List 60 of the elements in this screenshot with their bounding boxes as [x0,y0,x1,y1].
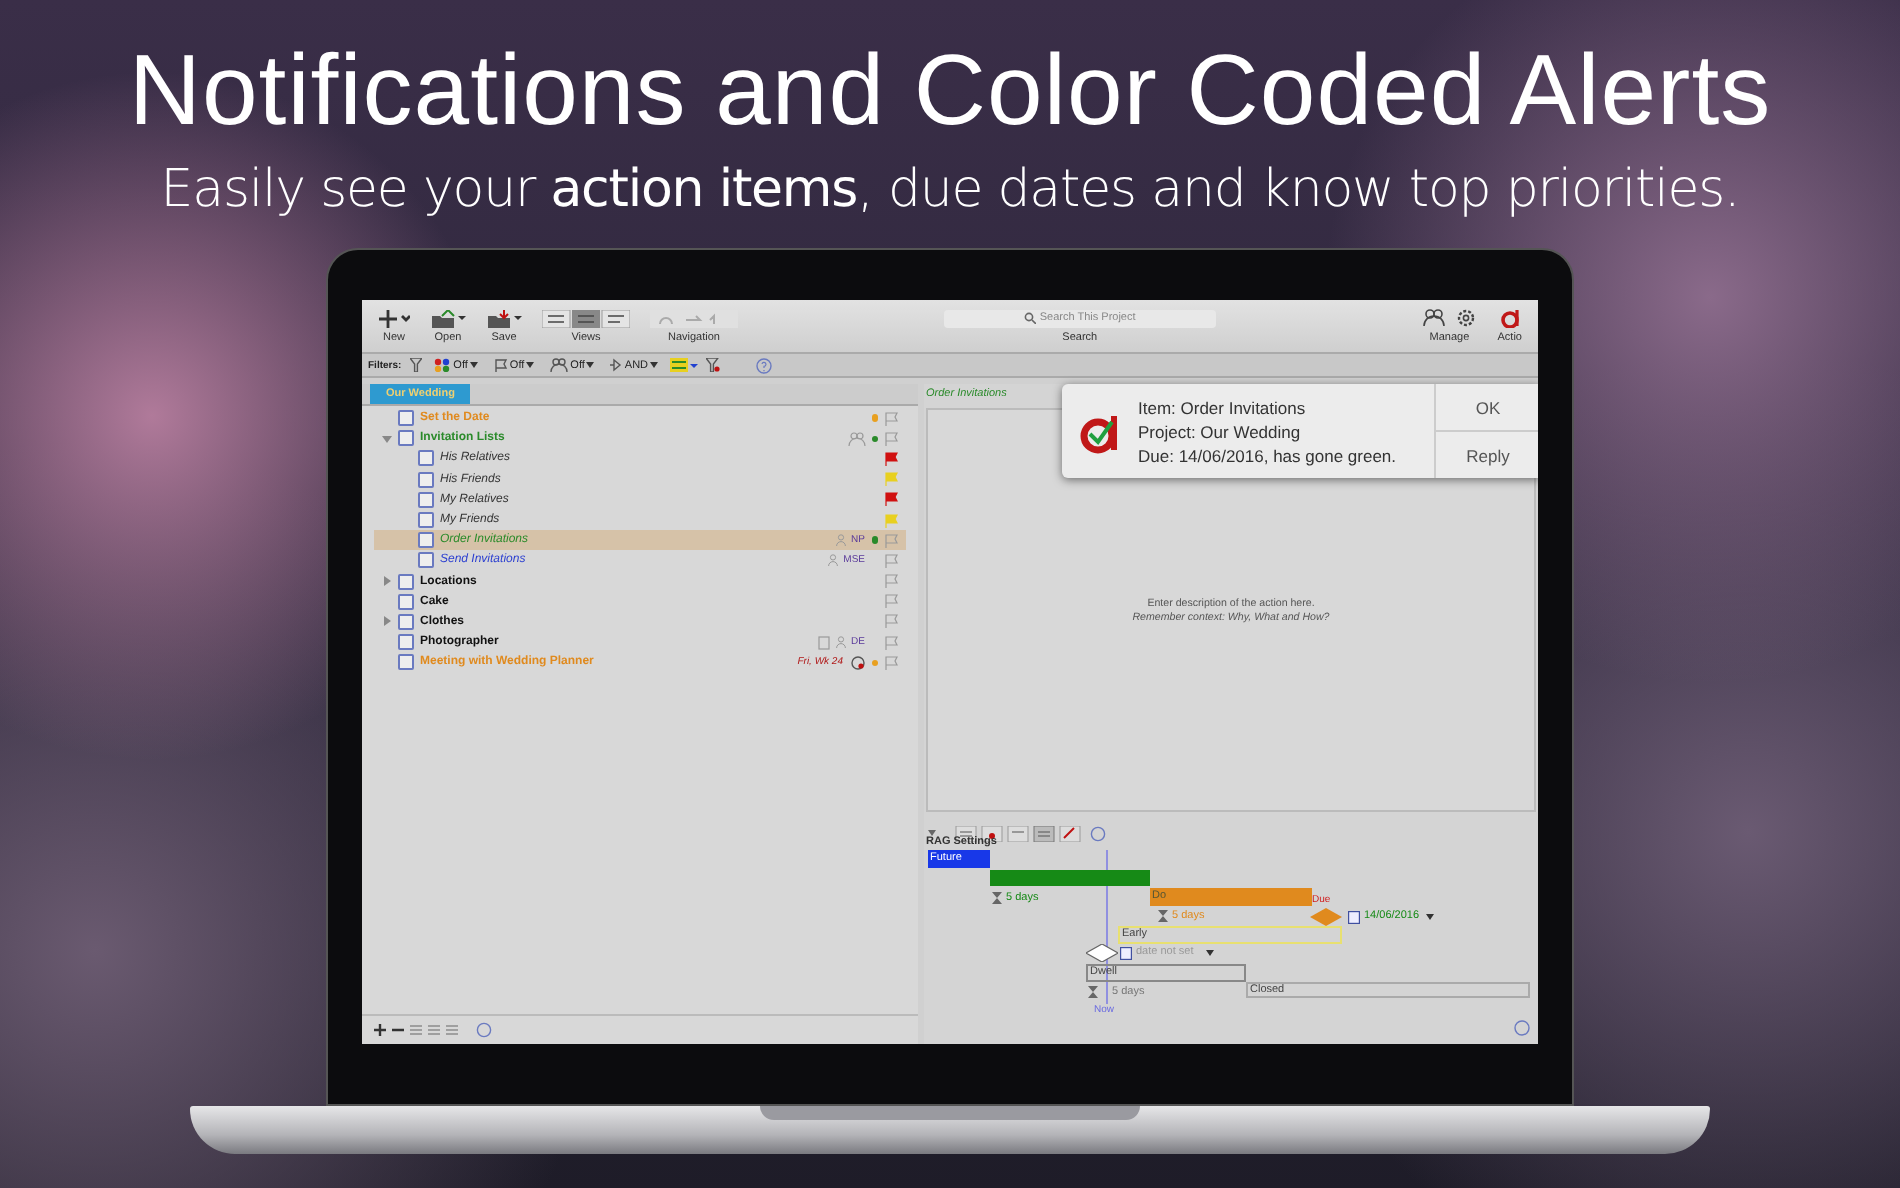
checkbox[interactable] [418,450,434,467]
checkbox[interactable] [418,532,434,549]
checkbox[interactable] [418,552,434,569]
notification-button[interactable]: Reply [1436,430,1538,478]
app-logo-icon [1499,308,1520,328]
checkbox[interactable] [398,613,414,630]
navigation-arrows-icon [650,309,738,327]
plus-icon [378,309,410,327]
logic-icon [610,358,623,372]
funnel-icon [409,358,422,372]
checkbox[interactable] [398,593,414,610]
person-icon [835,636,846,649]
calendar-icon[interactable] [1120,946,1132,960]
caret-icon [526,362,535,368]
notification-project: Project: Our Wedding [1138,421,1303,441]
search-icon [1023,312,1036,324]
caret-icon [650,362,659,368]
checkbox[interactable] [418,471,434,488]
disclosure-icon[interactable] [382,616,392,627]
hourglass-icon [1158,910,1168,922]
hourglass-icon [992,892,1002,904]
highlight-icon[interactable] [670,358,699,372]
caret-icon [469,362,478,368]
flag-icon [493,358,508,372]
caret-icon[interactable] [1206,950,1214,956]
checkbox[interactable] [418,512,434,529]
calendar-icon[interactable] [1348,910,1360,924]
disclosure-icon[interactable] [382,576,392,587]
due-diamond-icon [1310,908,1342,926]
checkbox[interactable] [398,654,414,671]
alarm-icon [849,655,865,670]
notification-due: Due: 14/06/2016, has gone green. [1138,445,1399,465]
color-dots-icon [433,358,452,372]
checkbox[interactable] [398,430,414,447]
disclosure-icon[interactable] [382,433,392,444]
document-icon [817,635,830,650]
caret-icon [586,362,595,368]
view-layout-icon [542,309,630,327]
people-gear-icon [1421,308,1478,328]
checkbox[interactable] [418,491,434,508]
start-diamond-icon [1086,944,1118,962]
checkbox[interactable] [398,634,414,651]
folder-icon [486,309,522,327]
people-icon [550,358,569,372]
checkbox[interactable] [398,573,414,590]
subheadline: Easily see your action items, due dates and know top priorities. [160,160,1740,220]
flag-icon[interactable] [884,451,898,466]
flag-icon[interactable] [884,492,898,507]
caret-icon[interactable] [1426,914,1434,920]
person-icon [827,554,838,567]
funnel-remove-icon[interactable] [706,358,721,372]
headline: Notifications and Color Coded Alerts [128,32,1772,148]
help-icon[interactable] [1514,1020,1530,1036]
people-icon [847,431,865,446]
list-actions-icon[interactable] [372,1022,496,1038]
hourglass-icon [1088,986,1098,998]
folder-icon [430,309,466,327]
help-icon[interactable] [756,357,773,373]
checkbox[interactable] [398,410,414,427]
person-icon [835,534,846,547]
